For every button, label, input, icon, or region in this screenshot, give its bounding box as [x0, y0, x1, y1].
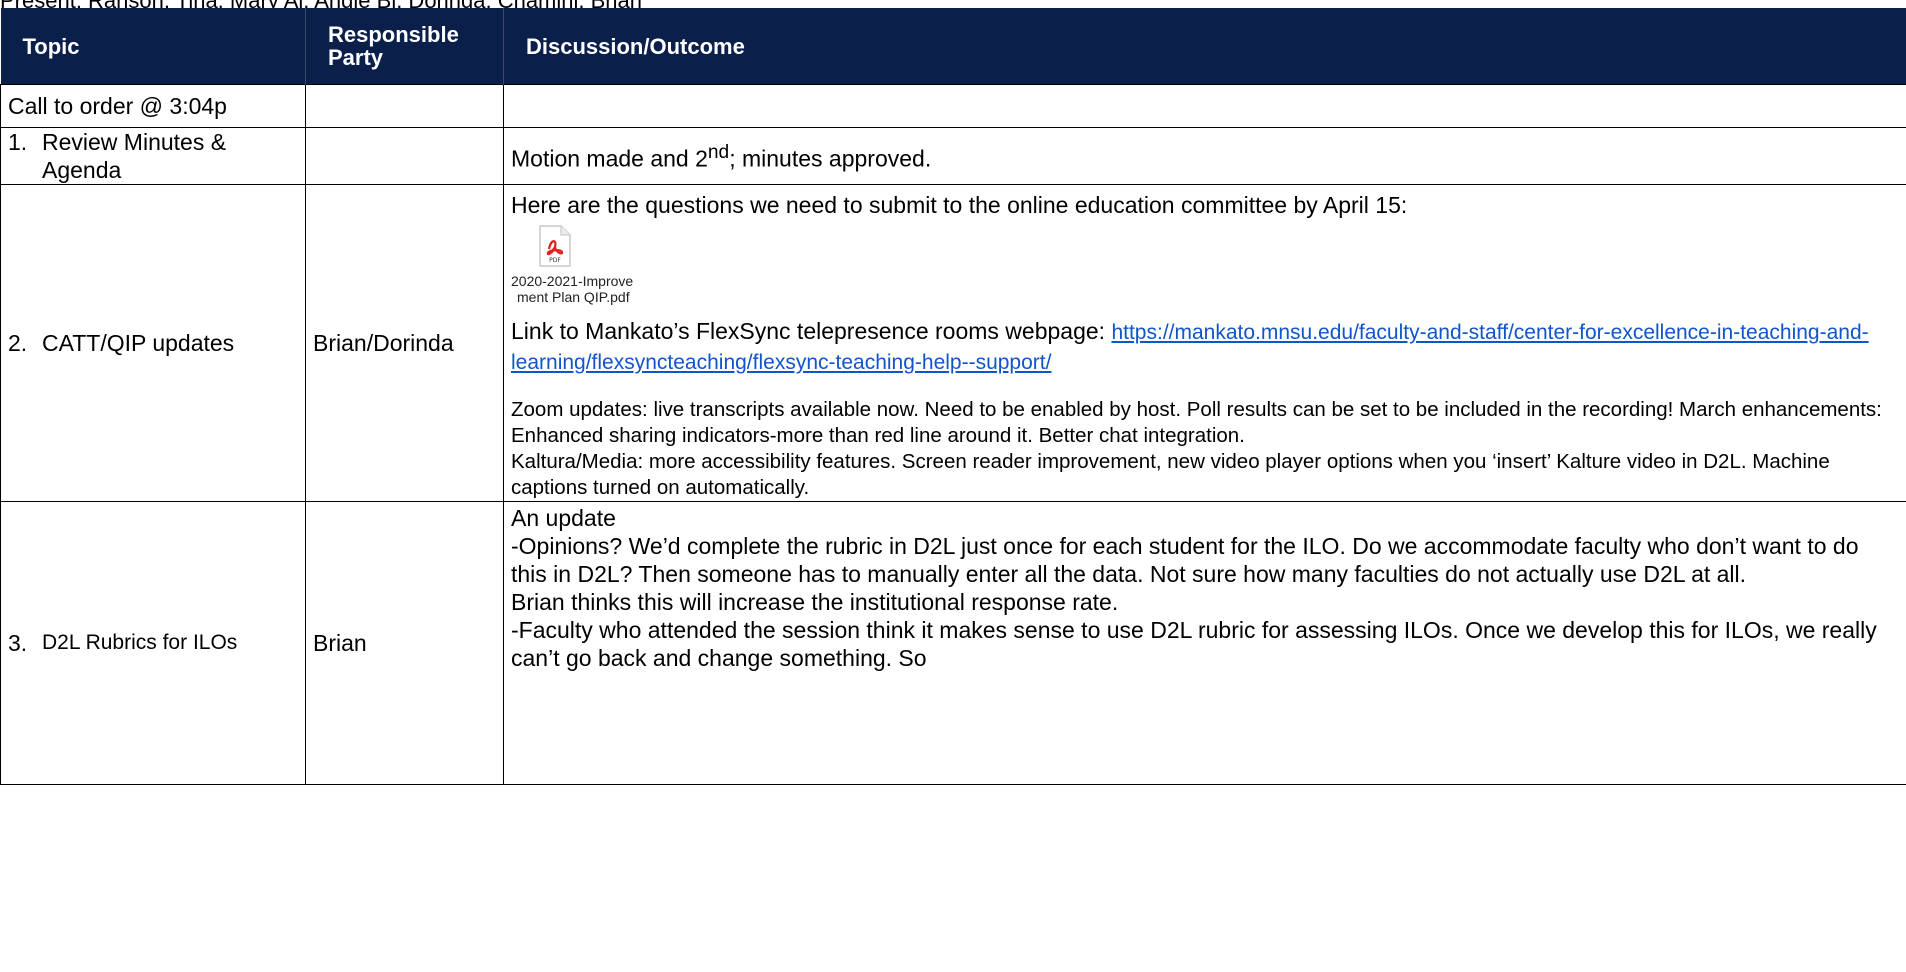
rubric-opinions: -Opinions? We’d complete the rubric in D… [511, 533, 1859, 587]
catt-qip-outcome: Here are the questions we need to submit… [503, 184, 1906, 502]
flexsync-paragraph: Link to Mankato’s FlexSync telepresence … [511, 317, 1900, 377]
outcome-superscript: nd [707, 142, 730, 164]
d2l-rubrics-responsible: Brian [305, 501, 504, 785]
pdf-file-icon: PDF [537, 225, 571, 267]
pdf-filename-line2: ment Plan QIP.pdf [517, 289, 630, 305]
call-to-order-topic: Call to order @ 3:04p [0, 84, 306, 128]
review-minutes-responsible [305, 127, 504, 185]
rubric-update: An update [511, 505, 616, 531]
header-topic: Topic [0, 8, 306, 85]
table-row: Call to order @ 3:04p [0, 84, 1906, 128]
review-minutes-topic: 1. Review Minutes & Agenda [0, 127, 306, 185]
zoom-updates: Zoom updates: live transcripts available… [511, 398, 1882, 447]
header-discussion-outcome: Discussion/Outcome [503, 8, 1906, 85]
flexsync-link-label: Link to Mankato’s FlexSync telepresence … [511, 318, 1112, 344]
questions-intro: Here are the questions we need to submit… [511, 192, 1408, 218]
item-number: 2. [8, 330, 28, 356]
table-row: 1. Review Minutes & Agenda Motion made a… [0, 127, 1906, 185]
d2l-rubrics-outcome: An update -Opinions? We’d complete the r… [503, 501, 1906, 785]
pdf-filename-line1: 2020-2021-Improve [511, 273, 634, 289]
call-to-order-outcome [503, 84, 1906, 128]
review-minutes-outcome: Motion made and 2nd; minutes approved. [503, 127, 1906, 185]
minutes-table: Topic Responsible Party Discussion/Outco… [0, 8, 1906, 785]
table-row: 3. D2L Rubrics for ILOs Brian An update … [0, 501, 1906, 785]
kaltura-updates: Kaltura/Media: more accessibility featur… [511, 450, 1830, 499]
table-row: 2. CATT/QIP updates Brian/Dorinda Here a… [0, 184, 1906, 502]
rubric-faculty-feedback: -Faculty who attended the session think … [511, 617, 1877, 671]
pdf-attachment[interactable]: PDF 2020-2021-Improve ment Plan QIP.pdf [511, 221, 633, 305]
d2l-rubrics-topic: 3. D2L Rubrics for ILOs [0, 501, 306, 785]
rubric-response-rate: Brian thinks this will increase the inst… [511, 589, 1119, 615]
table-header-row: Topic Responsible Party Discussion/Outco… [0, 8, 1906, 85]
item-title: Review Minutes & Agenda [42, 129, 227, 183]
item-number: 3. [8, 630, 28, 656]
header-responsible-party: Responsible Party [305, 8, 504, 85]
outcome-text: Motion made and 2 [511, 145, 708, 172]
item-title: D2L Rubrics for ILOs [42, 631, 238, 654]
catt-qip-responsible: Brian/Dorinda [305, 184, 504, 502]
outcome-text-end: ; minutes approved. [729, 145, 932, 172]
call-to-order-responsible [305, 84, 504, 128]
svg-text:PDF: PDF [549, 257, 561, 264]
catt-qip-topic: 2. CATT/QIP updates [0, 184, 306, 502]
item-number: 1. [8, 129, 28, 155]
item-title: CATT/QIP updates [42, 330, 235, 356]
pdf-filename: 2020-2021-Improve ment Plan QIP.pdf [511, 273, 633, 305]
